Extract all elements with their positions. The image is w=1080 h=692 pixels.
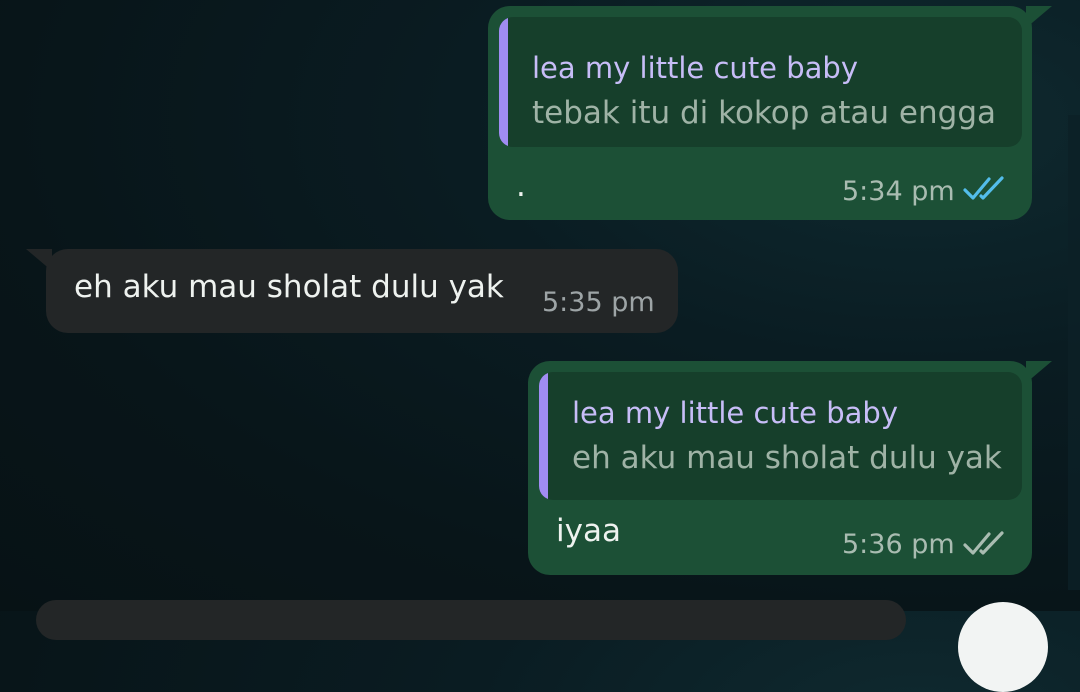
quote-text: eh aku mau sholat dulu yak [572,440,1002,476]
message-time: 5:34 pm [842,176,955,207]
quoted-reply[interactable]: lea my little cute baby eh aku mau shola… [539,372,1022,500]
bubble-tail [1026,6,1052,28]
message-input-bar[interactable] [36,600,906,640]
incoming-message-bubble[interactable]: eh aku mau sholat dulu yak 5:35 pm [46,249,678,333]
bubble-tail [26,249,52,271]
send-button[interactable] [958,602,1048,692]
message-text: eh aku mau sholat dulu yak [74,269,504,305]
quote-text: tebak itu di kokop atau engga [532,95,997,131]
scroll-edge [1068,115,1080,590]
quote-accent-bar [499,17,508,147]
double-check-icon [963,176,1004,200]
quote-author: lea my little cute baby [532,51,858,85]
quoted-reply[interactable]: lea my little cute baby tebak itu di kok… [499,17,1022,147]
message-time: 5:36 pm [842,529,955,560]
double-check-icon [963,531,1004,555]
bubble-tail [1026,361,1052,383]
outgoing-message-bubble[interactable]: lea my little cute baby eh aku mau shola… [528,361,1032,575]
message-time: 5:35 pm [542,287,655,318]
message-text: . [516,168,526,204]
outgoing-message-bubble[interactable]: lea my little cute baby tebak itu di kok… [488,6,1032,220]
quote-accent-bar [539,372,548,500]
message-text: iyaa [556,513,621,549]
chat-message-list[interactable]: lea my little cute baby tebak itu di kok… [0,0,1080,692]
quote-author: lea my little cute baby [572,396,898,430]
